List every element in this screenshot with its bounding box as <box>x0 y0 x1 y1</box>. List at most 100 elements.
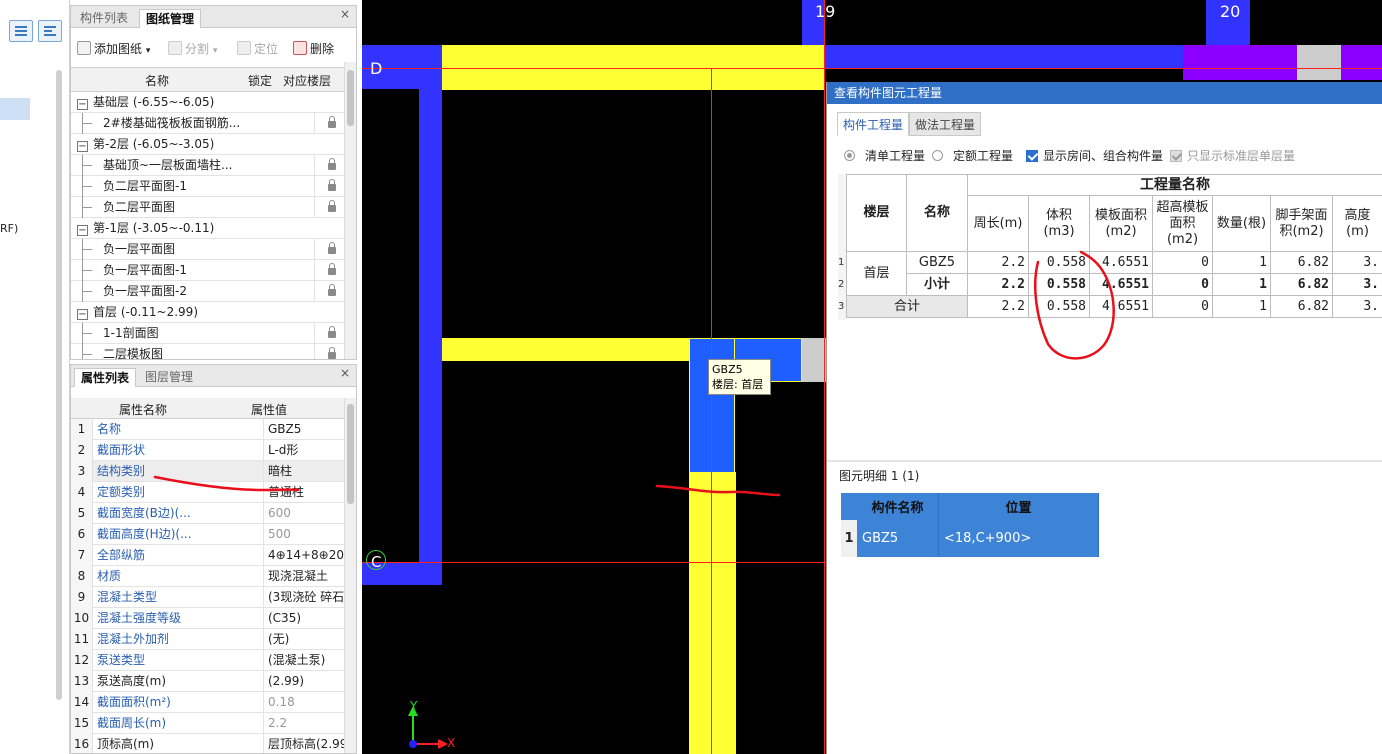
property-row[interactable]: 13 泵送高度(m) (2.99) <box>71 671 356 692</box>
property-name: 材质 <box>94 566 264 587</box>
property-row[interactable]: 5 截面宽度(B边)(... 600 <box>71 503 356 524</box>
drawing-tree-scrollbar[interactable] <box>344 62 356 359</box>
lock-icon[interactable] <box>327 158 336 170</box>
wall-segment[interactable] <box>419 45 442 585</box>
quantity-value-cell: 1 <box>1213 274 1271 296</box>
tree-drawing-row[interactable]: 负一层平面图-2(第-1层) <box>71 281 356 302</box>
collapse-icon[interactable]: − <box>77 99 88 110</box>
property-rows: 1 名称 GBZ5 2 截面形状 L-d形 3 结构类别 暗柱 4 定额类别 普通柱 5 截面宽度(B边)… <box>71 419 356 753</box>
row-number: 2 <box>71 440 93 461</box>
tree-group-row[interactable]: − 基础层 (-6.55~-6.05) <box>71 92 356 113</box>
tree-drawing-row[interactable]: 负二层平面图(第-2层) <box>71 197 356 218</box>
property-row[interactable]: 11 混凝土外加剂 (无) <box>71 629 356 650</box>
left-scrollbar[interactable] <box>56 70 62 700</box>
property-row[interactable]: 15 截面周长(m) 2.2 <box>71 713 356 734</box>
collapse-icon[interactable]: − <box>77 309 88 320</box>
close-icon[interactable]: × <box>340 366 350 380</box>
row-number: 11 <box>71 629 93 650</box>
scroll-thumb[interactable] <box>347 404 354 504</box>
list-view-icon[interactable] <box>9 20 33 42</box>
tree-group-row[interactable]: − 第-1层 (-3.05~-0.11) <box>71 218 356 239</box>
axis-label-19: 19 <box>815 2 836 21</box>
tree-drawing-row[interactable]: 二层模板图(首层) <box>71 344 356 360</box>
property-row[interactable]: 8 材质 现浇混凝土 <box>71 566 356 587</box>
delete-button[interactable]: 删除 <box>293 40 334 58</box>
collapse-icon[interactable]: − <box>77 225 88 236</box>
row-number: 5 <box>71 503 93 524</box>
axis-line-18 <box>711 68 712 754</box>
property-row[interactable]: 3 结构类别 暗柱 <box>71 461 356 482</box>
tab-drawing-management[interactable]: 图纸管理 <box>139 9 202 28</box>
selected-tree-row[interactable] <box>0 98 30 120</box>
tab-component-list[interactable]: 构件列表 <box>74 9 134 28</box>
lock-icon[interactable] <box>327 179 336 191</box>
quantity-table: 楼层 名称 工程量名称 周长(m) 体积(m3) 模板面积(m2) 超高模板面积(m2) 数量… <box>838 174 1382 320</box>
quantity-value-cell: 4.6551 <box>1090 296 1153 318</box>
property-row[interactable]: 6 截面高度(H边)(... 500 <box>71 524 356 545</box>
tab-method-quantity[interactable]: 做法工程量 <box>909 112 982 136</box>
property-panel-tabs: 属性列表 图层管理 × <box>71 365 356 387</box>
detail-position[interactable]: <18,C+900> <box>939 520 1099 557</box>
tree-drawing-row[interactable]: 基础顶~一层板面墙柱...(第-2层) <box>71 155 356 176</box>
grey-element[interactable] <box>802 338 826 382</box>
close-icon[interactable]: × <box>340 7 350 21</box>
property-row[interactable]: 12 泵送类型 (混凝土泵) <box>71 650 356 671</box>
tree-drawing-row[interactable]: 1-1剖面图(首层) <box>71 323 356 344</box>
property-row[interactable]: 14 截面面积(m²) 0.18 <box>71 692 356 713</box>
quantity-value-cell: 4.6551 <box>1090 274 1153 296</box>
lock-icon[interactable] <box>327 200 336 212</box>
collapse-icon[interactable]: − <box>77 141 88 152</box>
quota-quantity-radio[interactable]: 定额工程量 <box>932 148 1013 164</box>
component-name-cell: GBZ5 <box>907 252 968 274</box>
lock-icon[interactable] <box>327 263 336 275</box>
property-row[interactable]: 2 截面形状 L-d形 <box>71 440 356 461</box>
property-scrollbar[interactable] <box>344 398 356 753</box>
property-row[interactable]: 16 顶标高(m) 层顶标高(2.99) <box>71 734 356 753</box>
add-drawing-button[interactable]: 添加图纸 ▾ <box>77 40 150 58</box>
scroll-thumb[interactable] <box>347 70 354 126</box>
lock-icon[interactable] <box>327 116 336 128</box>
tab-property-list[interactable]: 属性列表 <box>74 368 137 387</box>
purple-element[interactable] <box>1183 45 1382 80</box>
property-row[interactable]: 10 混凝土强度等级 (C35) <box>71 608 356 629</box>
lock-icon[interactable] <box>327 326 336 338</box>
tree-group-row[interactable]: − 第-2层 (-6.05~-3.05) <box>71 134 356 155</box>
tab-component-quantity[interactable]: 构件工程量 <box>837 112 910 136</box>
drawing-name: 二层模板图 <box>103 347 164 360</box>
list-quantity-radio[interactable]: 清单工程量 <box>844 148 925 164</box>
lock-icon[interactable] <box>327 242 336 254</box>
split-button[interactable]: 分割 ▾ <box>168 40 217 58</box>
tree-drawing-row[interactable]: 负一层平面图-1(第-1层) <box>71 260 356 281</box>
component-tooltip: GBZ5 楼层: 首层 <box>708 359 771 395</box>
standard-only-checkbox[interactable]: 只显示标准层单层量 <box>1170 148 1295 164</box>
quantity-value-cell: 3. <box>1333 296 1382 318</box>
property-name: 截面面积(m²) <box>94 692 264 713</box>
row-number: 1 <box>841 520 857 557</box>
show-rooms-checkbox[interactable]: 显示房间、组合构件量 <box>1026 148 1163 164</box>
row-number: 3 <box>71 461 93 482</box>
property-table: 属性名称 属性值 1 名称 GBZ5 2 截面形状 L-d形 3 结构类别 暗柱 4 定额类别 普通柱… <box>71 398 356 753</box>
detail-view-icon[interactable] <box>38 20 62 42</box>
tree-group-row[interactable]: − 首层 (-0.11~2.99) <box>71 302 356 323</box>
lock-icon[interactable] <box>327 284 336 296</box>
axis-line-d <box>362 68 1382 69</box>
property-row[interactable]: 9混凝土类型(3现浇砼 碎石 <31.5mm) <box>71 587 356 608</box>
property-row[interactable]: 1 名称 GBZ5 <box>71 419 356 440</box>
quantity-value-cell: 0.558 <box>1029 274 1090 296</box>
property-name: 泵送高度(m) <box>94 671 264 692</box>
tree-drawing-row[interactable]: 负二层平面图-1(第-2层) <box>71 176 356 197</box>
detail-component-name[interactable]: GBZ5 <box>857 520 939 557</box>
row-number: 9 <box>71 587 93 608</box>
floor-label-fragment: RF) <box>0 222 19 235</box>
tab-layer-management[interactable]: 图层管理 <box>139 368 199 387</box>
beam-vertical[interactable] <box>689 472 736 754</box>
property-row[interactable]: 7 全部纵筋 4⊕14+8⊕20 <box>71 545 356 566</box>
tree-drawing-row[interactable]: 2#楼基础筏板板面钢筋...(基础层) <box>71 113 356 134</box>
locate-button[interactable]: 定位 <box>237 40 278 58</box>
header-column: 高度(m) <box>1333 196 1382 252</box>
row-number: 15 <box>71 713 93 734</box>
property-row[interactable]: 4 定额类别 普通柱 <box>71 482 356 503</box>
grey-element[interactable] <box>1297 45 1341 80</box>
lock-icon[interactable] <box>327 347 336 359</box>
tree-drawing-row[interactable]: 负一层平面图(第-1层) <box>71 239 356 260</box>
